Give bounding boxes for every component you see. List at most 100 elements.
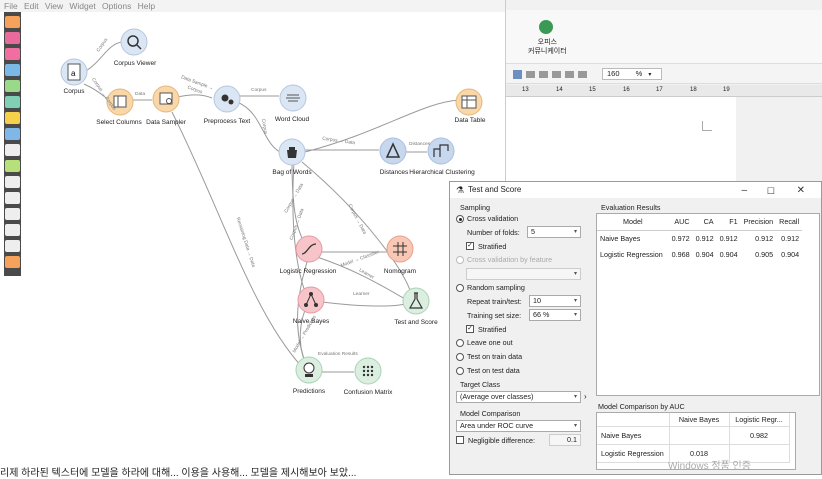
widget-toolbar — [4, 12, 21, 276]
table-header-row: Model AUC CA F1 Precision Recall — [597, 214, 803, 231]
toolbar-category-icon[interactable] — [5, 224, 20, 236]
toolbar-category-icon[interactable] — [5, 80, 20, 92]
menu-widget[interactable]: Widget — [69, 0, 95, 12]
ruler-mark: 14 — [556, 87, 563, 93]
corpus-viewer-node[interactable] — [120, 28, 148, 58]
test-on-train-radio[interactable] — [456, 353, 464, 361]
row-f1: 0.904 — [719, 249, 738, 259]
close-icon[interactable]: ✕ — [797, 183, 805, 199]
train-size-value: 66 % — [533, 310, 550, 319]
cmp-corner — [597, 413, 670, 427]
eval-results-table-container[interactable]: Model AUC CA F1 Precision Recall Naive B… — [596, 213, 820, 396]
predictions-node[interactable] — [295, 356, 323, 386]
menu-help[interactable]: Help — [138, 0, 155, 12]
chevron-down-icon: ▾ — [573, 229, 577, 235]
table-row[interactable]: Logistic Regression 0.968 0.904 0.904 0.… — [597, 246, 802, 262]
nomogram-label: Nomogram — [383, 268, 417, 275]
repeat-label: Repeat train/test: — [467, 297, 522, 306]
random-sampling-radio[interactable] — [456, 284, 464, 292]
cross-validation-radio[interactable] — [456, 215, 464, 223]
data-table-node[interactable] — [455, 88, 483, 118]
menu-edit[interactable]: Edit — [24, 0, 39, 12]
feature-select[interactable]: ▾ — [466, 268, 581, 280]
eval-results-table: Model AUC CA F1 Precision Recall Naive B… — [597, 214, 803, 262]
row-auc: 0.972 — [671, 233, 690, 243]
menu-file[interactable]: File — [4, 0, 18, 12]
dialog-titlebar[interactable]: ⚗ Test and Score – ☐ ✕ — [450, 182, 821, 198]
nomogram-node[interactable] — [386, 235, 414, 265]
toolbar-category-icon[interactable] — [5, 192, 20, 204]
repeat-select[interactable]: 10 ▾ — [529, 295, 581, 307]
test-on-test-radio[interactable] — [456, 367, 464, 375]
alignment-icons[interactable] — [513, 70, 593, 79]
col-auc[interactable]: AUC — [668, 214, 693, 231]
ruler-mark: 13 — [522, 87, 529, 93]
col-ca[interactable]: CA — [692, 214, 717, 231]
toolbar-category-icon[interactable] — [5, 64, 20, 76]
data-sampler-label: Data Sampler — [146, 119, 186, 126]
communicator-label[interactable]: 오피스 커뮤니케이터 — [528, 38, 567, 56]
folds-select[interactable]: 5 ▾ — [527, 226, 581, 238]
col-f1[interactable]: F1 — [716, 214, 741, 231]
bag-of-words-node[interactable] — [278, 138, 306, 168]
link-label: Distances — [409, 142, 431, 147]
col-model[interactable]: Model — [597, 214, 669, 231]
stratified2-checkbox[interactable]: ✓ — [466, 325, 474, 333]
workflow-canvas[interactable]: a Corpus Corpus Viewer Select Columns Da… — [22, 12, 505, 475]
comparison-select[interactable]: Area under ROC curve ▾ — [456, 420, 581, 432]
leave-one-out-radio[interactable] — [456, 339, 464, 347]
word-cloud-node[interactable] — [279, 84, 307, 114]
cv-by-feature-label: Cross validation by feature — [467, 255, 553, 264]
toolbar-category-icon[interactable] — [5, 144, 20, 156]
maximize-icon[interactable]: ☐ — [767, 183, 775, 199]
stratified-checkbox[interactable]: ✓ — [466, 242, 474, 250]
menu-view[interactable]: View — [45, 0, 63, 12]
toolbar-category-icon[interactable] — [5, 160, 20, 172]
corpus-label: Corpus — [63, 88, 85, 95]
toolbar-category-icon[interactable] — [5, 32, 20, 44]
collapse-arrow-icon[interactable]: › — [584, 392, 587, 401]
folds-label: Number of folds: — [467, 228, 520, 237]
zoom-select[interactable]: 160 % ▾ — [602, 68, 662, 80]
toolbar-category-icon[interactable] — [5, 48, 20, 60]
link-label: Evaluation Results — [318, 352, 358, 357]
data-sampler-node[interactable] — [152, 85, 180, 115]
negligible-checkbox[interactable] — [456, 436, 464, 444]
menu-options[interactable]: Options — [102, 0, 131, 12]
link-label: Learner — [353, 292, 370, 297]
word-ribbon: 오피스 커뮤니케이터 — [506, 10, 822, 64]
hierarchical-clustering-label: Hierarchical Clustering — [409, 169, 475, 176]
confusion-matrix-label: Confusion Matrix — [343, 389, 393, 396]
confusion-matrix-node[interactable] — [354, 357, 382, 387]
toolbar-category-icon[interactable] — [5, 112, 20, 124]
toolbar-category-icon[interactable] — [5, 128, 20, 140]
corpus-node[interactable]: a — [60, 58, 88, 88]
table-row[interactable]: Naive Bayes 0.972 0.912 0.912 0.912 0.91… — [597, 230, 802, 246]
train-size-select[interactable]: 66 % ▾ — [529, 309, 581, 321]
naive-bayes-node[interactable] — [297, 286, 325, 316]
preprocess-text-node[interactable] — [213, 85, 241, 115]
svg-text:a: a — [71, 69, 76, 78]
toolbar-category-icon[interactable] — [5, 208, 20, 220]
hierarchical-clustering-node[interactable] — [427, 137, 455, 167]
distances-node[interactable] — [379, 137, 407, 167]
target-class-select[interactable]: (Average over classes) ▾ — [456, 391, 581, 403]
negligible-input[interactable]: 0.1 — [549, 434, 581, 446]
toolbar-category-icon[interactable] — [5, 256, 20, 268]
col-precision[interactable]: Precision — [740, 214, 777, 231]
test-and-score-node[interactable] — [402, 287, 430, 317]
toolbar-category-icon[interactable] — [5, 16, 20, 28]
toolbar-category-icon[interactable] — [5, 96, 20, 108]
margin-mark — [702, 121, 712, 131]
minimize-icon[interactable]: – — [741, 183, 747, 199]
logistic-regression-node[interactable] — [295, 235, 323, 265]
model-comparison-header: Model Comparison — [460, 409, 521, 418]
document-page[interactable] — [506, 97, 736, 182]
cross-validation-label: Cross validation — [467, 214, 519, 223]
cv-by-feature-radio[interactable] — [456, 256, 464, 264]
toolbar-category-icon[interactable] — [5, 176, 20, 188]
col-recall[interactable]: Recall — [776, 214, 803, 231]
toolbar-category-icon[interactable] — [5, 240, 20, 252]
flask-icon: ⚗ — [456, 185, 465, 195]
ruler: 13 14 15 16 17 18 19 20 — [506, 85, 822, 97]
